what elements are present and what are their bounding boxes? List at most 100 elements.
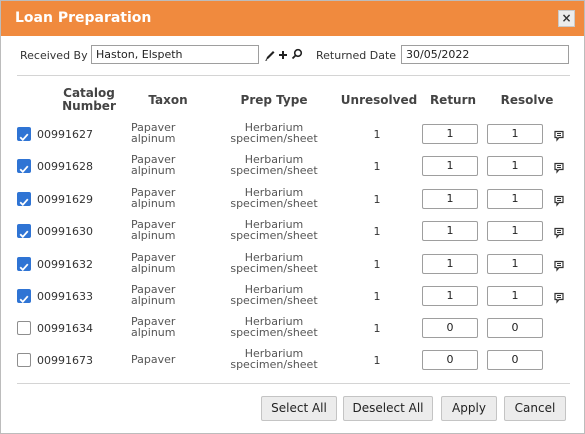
taxon: Papaver alpinum	[131, 187, 201, 209]
edit-icon[interactable]	[264, 47, 276, 66]
taxon: Papaver alpinum	[131, 252, 201, 274]
return-quantity-input[interactable]: 1	[422, 124, 478, 144]
unresolved-count: 1	[373, 290, 381, 303]
resolve-quantity-input[interactable]: 1	[487, 189, 543, 209]
prep-type: Herbarium specimen/sheet	[219, 219, 329, 241]
row-checkbox[interactable]	[17, 353, 31, 367]
taxon-line2: alpinum	[131, 326, 176, 339]
taxon-line2: alpinum	[131, 229, 176, 242]
row-checkbox[interactable]	[17, 257, 31, 272]
prep-type-line2: specimen/sheet	[230, 197, 318, 210]
row-checkbox[interactable]	[17, 127, 31, 142]
return-quantity-input[interactable]: 1	[422, 286, 478, 306]
prep-type-line2: specimen/sheet	[230, 358, 318, 371]
resolve-quantity-input[interactable]: 0	[487, 350, 543, 370]
return-quantity-input[interactable]: 0	[422, 350, 478, 370]
col-header-catalog-line2: Number	[62, 99, 116, 113]
table-row: 00991634 Papaver alpinum Herbarium specimen/…	[1, 312, 584, 344]
taxon: Papaver alpinum	[131, 316, 201, 338]
taxon-line2: alpinum	[131, 132, 176, 145]
footer-divider	[17, 383, 570, 384]
prep-type: Herbarium specimen/sheet	[219, 122, 329, 144]
taxon-line2: alpinum	[131, 197, 176, 210]
prep-type-line2: specimen/sheet	[230, 262, 318, 275]
taxon: Papaver alpinum	[131, 284, 201, 306]
received-by-label: Received By	[20, 49, 88, 62]
catalog-number: 00991629	[37, 193, 93, 206]
row-checkbox[interactable]	[17, 192, 31, 207]
taxon: Papaver alpinum	[131, 122, 201, 144]
comment-icon[interactable]	[554, 289, 564, 308]
comment-icon[interactable]	[554, 127, 564, 146]
received-by-field[interactable]: Haston, Elspeth	[91, 45, 259, 64]
table-row: 00991629 Papaver alpinum Herbarium specimen/…	[1, 183, 584, 215]
resolve-quantity-input[interactable]: 1	[487, 156, 543, 176]
prep-type-line2: specimen/sheet	[230, 326, 318, 339]
resolve-quantity-input[interactable]: 1	[487, 254, 543, 274]
prep-type: Herbarium specimen/sheet	[219, 252, 329, 274]
close-icon: ×	[561, 11, 572, 25]
table-row: 00991673 Papaver Herbarium specimen/sheet 1 0…	[1, 344, 584, 376]
col-header-taxon: Taxon	[148, 93, 188, 107]
comment-icon[interactable]	[554, 192, 564, 211]
catalog-number: 00991628	[37, 160, 93, 173]
dialog-title: Loan Preparation	[15, 10, 152, 26]
unresolved-count: 1	[373, 225, 381, 238]
col-header-return: Return	[429, 93, 477, 107]
taxon-line2: alpinum	[131, 164, 176, 177]
col-header-prep-type: Prep Type	[240, 93, 308, 107]
search-icon[interactable]	[291, 46, 303, 65]
resolve-quantity-input[interactable]: 1	[487, 124, 543, 144]
dialog-titlebar: Loan Preparation ×	[1, 1, 584, 36]
cancel-button[interactable]: Cancel	[504, 396, 566, 421]
col-header-resolve: Resolve	[500, 93, 554, 107]
row-checkbox[interactable]	[17, 289, 31, 304]
catalog-number: 00991634	[37, 322, 93, 335]
comment-icon[interactable]	[554, 257, 564, 276]
return-quantity-input[interactable]: 1	[422, 254, 478, 274]
returned-date-label: Returned Date	[316, 49, 397, 62]
select-all-button[interactable]: Select All	[261, 396, 337, 421]
unresolved-count: 1	[373, 128, 381, 141]
catalog-number: 00991627	[37, 128, 93, 141]
unresolved-count: 1	[373, 322, 381, 335]
prep-type: Herbarium specimen/sheet	[219, 187, 329, 209]
row-checkbox[interactable]	[17, 224, 31, 239]
taxon: Papaver alpinum	[131, 154, 201, 176]
unresolved-count: 1	[373, 160, 381, 173]
prep-type-line2: specimen/sheet	[230, 294, 318, 307]
row-checkbox[interactable]	[17, 159, 31, 174]
form-divider	[17, 75, 570, 76]
table-row: 00991627 Papaver alpinum Herbarium specimen/…	[1, 118, 584, 150]
loan-preparation-dialog: Loan Preparation × Received By Haston, E…	[0, 0, 585, 434]
table-row: 00991628 Papaver alpinum Herbarium specimen/…	[1, 150, 584, 182]
deselect-all-button[interactable]: Deselect All	[343, 396, 433, 421]
return-quantity-input[interactable]: 0	[422, 318, 478, 338]
resolve-quantity-input[interactable]: 1	[487, 286, 543, 306]
prep-type-line2: specimen/sheet	[230, 164, 318, 177]
add-icon[interactable]	[278, 47, 288, 66]
return-quantity-input[interactable]: 1	[422, 156, 478, 176]
taxon: Papaver	[131, 354, 201, 365]
return-quantity-input[interactable]: 1	[422, 189, 478, 209]
resolve-quantity-input[interactable]: 0	[487, 318, 543, 338]
close-button[interactable]: ×	[558, 10, 575, 27]
prep-type: Herbarium specimen/sheet	[219, 316, 329, 338]
taxon-line2: alpinum	[131, 262, 176, 275]
comment-icon[interactable]	[554, 159, 564, 178]
catalog-number: 00991633	[37, 290, 93, 303]
table-row: 00991632 Papaver alpinum Herbarium specimen/…	[1, 248, 584, 280]
taxon: Papaver alpinum	[131, 219, 201, 241]
prep-type-line2: specimen/sheet	[230, 132, 318, 145]
unresolved-count: 1	[373, 193, 381, 206]
row-checkbox[interactable]	[17, 321, 31, 335]
taxon-line1: Papaver	[131, 353, 176, 366]
apply-button[interactable]: Apply	[441, 396, 497, 421]
returned-date-field[interactable]: 30/05/2022	[401, 45, 569, 64]
return-quantity-input[interactable]: 1	[422, 221, 478, 241]
resolve-quantity-input[interactable]: 1	[487, 221, 543, 241]
prep-type: Herbarium specimen/sheet	[219, 284, 329, 306]
catalog-number: 00991673	[37, 354, 93, 367]
taxon-line2: alpinum	[131, 294, 176, 307]
comment-icon[interactable]	[554, 224, 564, 243]
